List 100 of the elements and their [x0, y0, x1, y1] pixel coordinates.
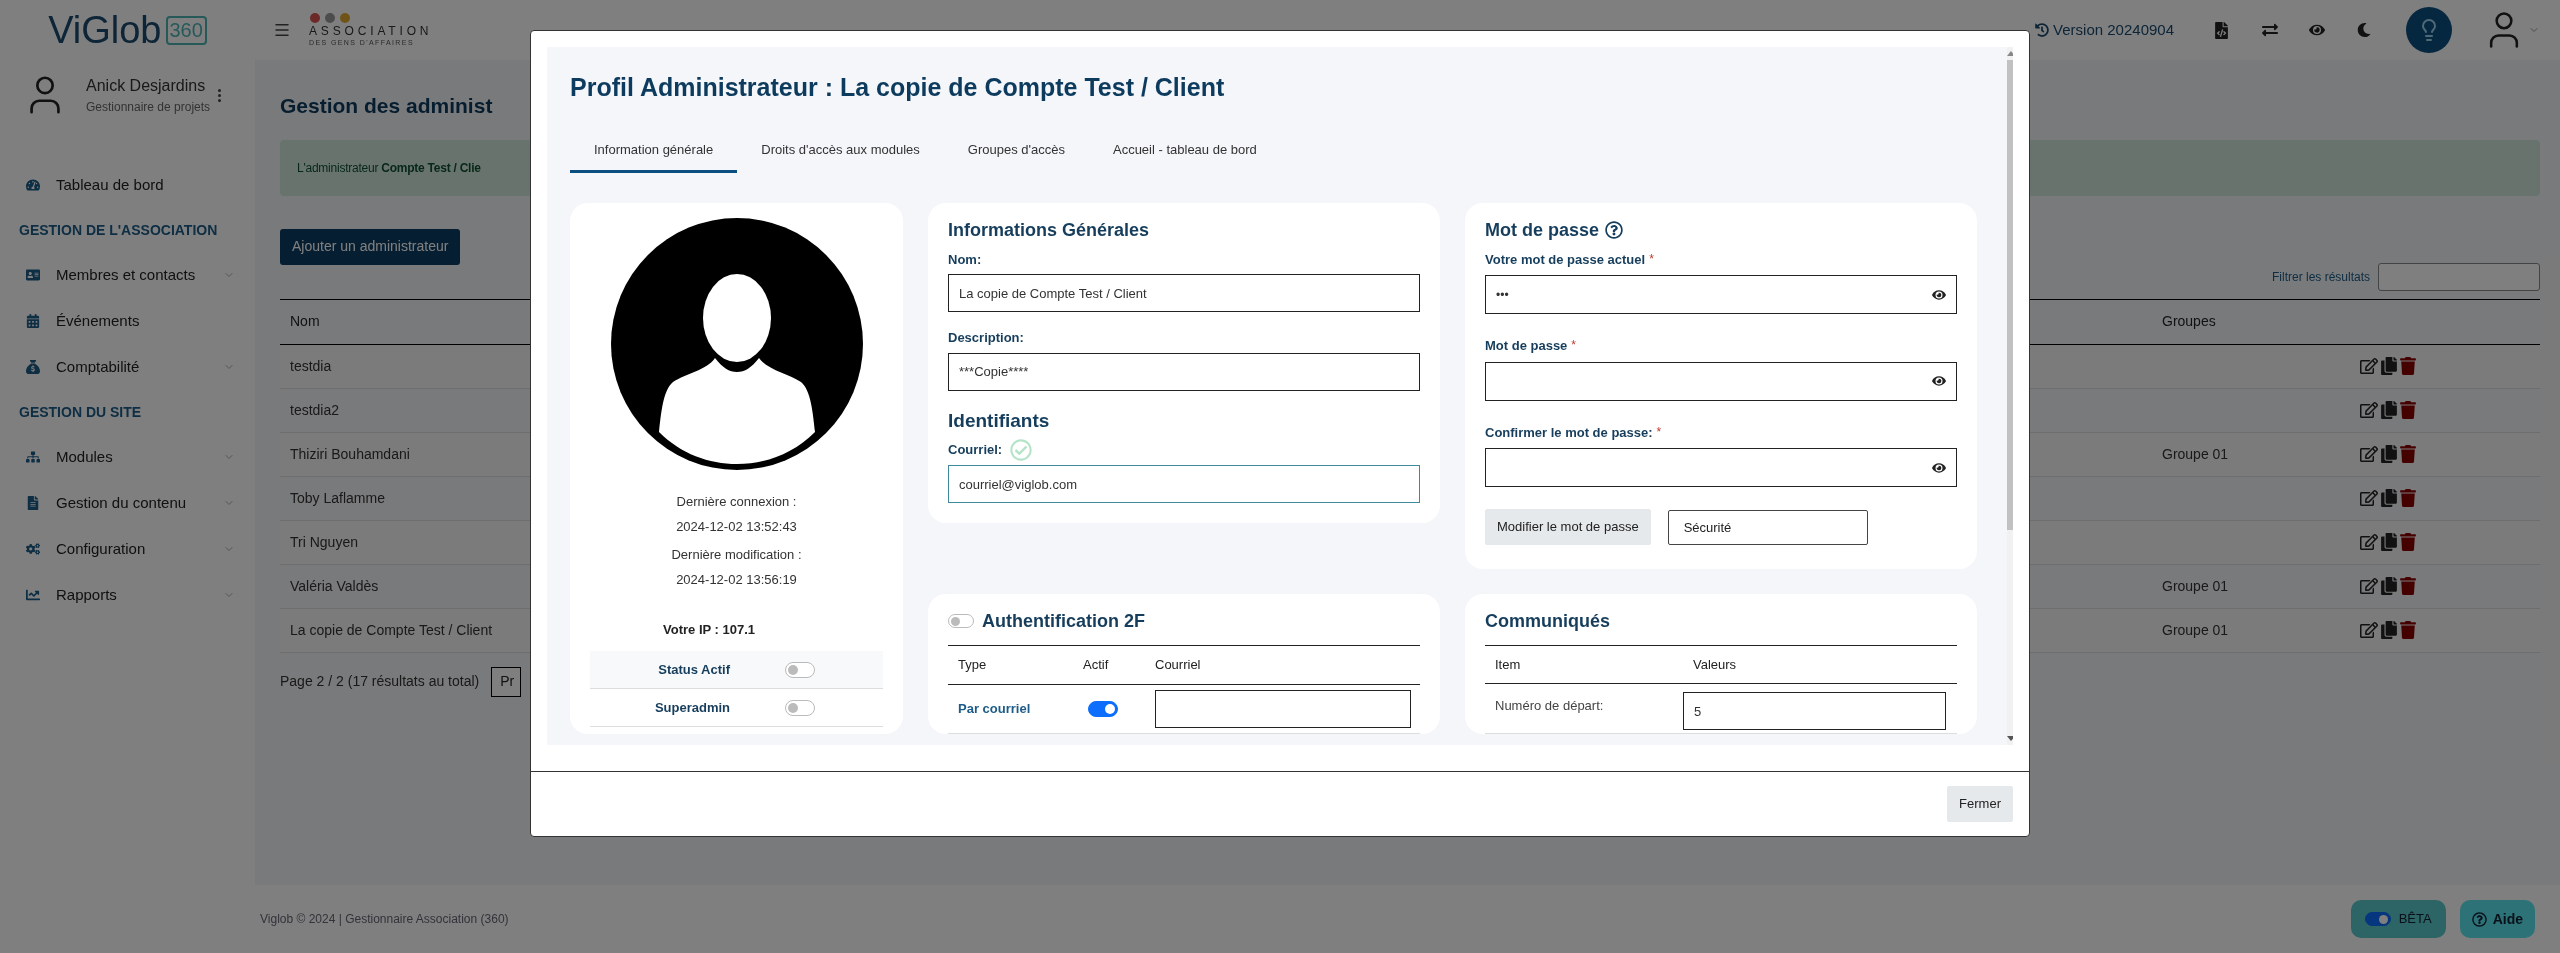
table-cell: Thiziri Bouhamdani	[290, 446, 410, 462]
change-password-button[interactable]: Modifier le mot de passe	[1485, 509, 1651, 545]
copy-icon[interactable]	[2381, 621, 2397, 639]
tab[interactable]: Information générale	[570, 130, 738, 173]
trash-icon[interactable]	[2400, 445, 2416, 463]
edit-icon[interactable]	[2360, 445, 2378, 463]
toggle-switch[interactable]	[1088, 700, 1118, 717]
trash-icon[interactable]	[2400, 533, 2416, 551]
field-label: Nom:	[948, 250, 983, 269]
edit-icon[interactable]	[2360, 577, 2378, 595]
table-cell: La copie de Compte Test / Client	[290, 622, 493, 638]
last-modified-label: Dernière modification :	[671, 545, 802, 564]
help-icon[interactable]	[1605, 221, 1624, 239]
trash-icon[interactable]	[2400, 401, 2416, 419]
table-cell: testdia	[290, 358, 332, 374]
trash-icon[interactable]	[2400, 577, 2416, 595]
copy-icon[interactable]	[2381, 489, 2397, 507]
trash-icon[interactable]	[2400, 489, 2416, 507]
lightbulb-button[interactable]	[2406, 7, 2452, 53]
column-header: Actif	[1082, 655, 1110, 674]
trash-icon[interactable]	[2400, 357, 2416, 375]
menu-icon[interactable]	[273, 21, 291, 39]
toggle-switch[interactable]	[785, 699, 815, 716]
copy-icon[interactable]	[2381, 533, 2397, 551]
sidebar-item[interactable]: Membres et contacts	[0, 252, 255, 298]
section-title: Identifiants	[948, 408, 1051, 433]
eye-icon[interactable]	[1932, 460, 1946, 475]
ip-address: Votre IP : 107.1	[663, 620, 755, 639]
sidebar-item[interactable]: Événements	[0, 298, 255, 344]
toggle-switch[interactable]	[2364, 912, 2391, 926]
scrollbar[interactable]	[2007, 47, 2013, 745]
sidebar-item[interactable]: Gestion du contenu	[0, 480, 255, 526]
edit-icon[interactable]	[2360, 489, 2378, 507]
money-bag-icon	[26, 360, 40, 374]
swap-icon[interactable]	[2261, 22, 2279, 38]
flag-label: Superadmin	[653, 698, 731, 717]
email-field[interactable]	[1155, 689, 1411, 728]
filter-field[interactable]	[2378, 262, 2540, 291]
eye-icon[interactable]	[1932, 287, 1946, 302]
previous-button[interactable]: Pr	[491, 666, 522, 697]
number-field[interactable]: 5	[1683, 692, 1946, 731]
avatar-icon	[610, 217, 863, 470]
copy-icon[interactable]	[2381, 445, 2397, 463]
table-cell: testdia2	[290, 402, 340, 418]
section-heading: GESTION DU SITE	[19, 402, 142, 422]
required-mark: *	[1571, 337, 1577, 354]
flag-label: Status Actif	[657, 660, 731, 679]
version-label: Version 20240904	[2053, 19, 2174, 40]
add-administrator-button[interactable]: Ajouter un administrateur	[280, 228, 461, 265]
strength-field[interactable]: Sécurité	[1667, 509, 1868, 545]
modal-title: Profil Administrateur : La copie de Compte Test / Client	[570, 72, 1226, 103]
trash-icon[interactable]	[2400, 621, 2416, 639]
toggle-switch[interactable]	[948, 614, 974, 628]
edit-icon[interactable]	[2360, 357, 2378, 375]
text-field[interactable]: La copie de Compte Test / Client	[948, 274, 1420, 312]
copy-icon[interactable]	[2381, 357, 2397, 375]
text-field[interactable]: ***Copie****	[948, 352, 1420, 391]
section-title: Mot de passe	[1485, 218, 1600, 242]
section-heading: GESTION DE L'ASSOCIATION	[19, 220, 218, 240]
password-field[interactable]	[1485, 448, 1957, 487]
edit-icon[interactable]	[2360, 621, 2378, 639]
close-button[interactable]: Fermer	[1947, 786, 2013, 822]
toggle-switch[interactable]	[785, 661, 815, 678]
sidebar-item[interactable]: Modules	[0, 434, 255, 480]
column-header: Courriel	[1154, 655, 1202, 674]
brand-badge: 360	[165, 15, 207, 45]
user-name: Anick Desjardins	[86, 76, 207, 96]
sidebar-item[interactable]: Comptabilité	[0, 344, 255, 390]
password-field[interactable]: •••	[1485, 275, 1957, 314]
password-field[interactable]	[1485, 361, 1957, 401]
column-header: Valeurs	[1692, 655, 1738, 674]
code-file-icon[interactable]	[2214, 21, 2229, 39]
page-title: Gestion des administ	[280, 93, 494, 119]
table-cell: Tri Nguyen	[290, 534, 358, 550]
document-icon	[26, 496, 40, 510]
edit-icon[interactable]	[2360, 401, 2378, 419]
sidebar-item[interactable]: Tableau de bord	[0, 162, 255, 208]
more-icon[interactable]	[218, 88, 222, 102]
last-login-value: 2024-12-02 13:52:43	[676, 518, 797, 536]
field-label: Description:	[948, 329, 1025, 347]
field-label: Courriel:	[948, 441, 1003, 460]
section-title: Informations Générales	[948, 218, 1151, 242]
field-label: Mot de passe	[1485, 337, 1568, 355]
sidebar-item[interactable]: Configuration	[0, 526, 255, 572]
required-mark: *	[1649, 250, 1654, 268]
table-cell-text: Par courriel	[957, 699, 1032, 718]
filter-label: Filtrer les résultats	[2271, 268, 2370, 286]
footer-text: Viglob © 2024 | Gestionnaire Association (360)	[260, 911, 509, 928]
eye-icon[interactable]	[1932, 374, 1946, 388]
moon-icon[interactable]	[2357, 23, 2371, 37]
table-cell: Toby Laflamme	[290, 490, 385, 506]
field-label: Votre mot de passe actuel	[1485, 250, 1646, 269]
table-cell: Groupe 01	[2162, 578, 2229, 594]
email-field[interactable]: courriel@viglob.com	[948, 465, 1420, 503]
edit-icon[interactable]	[2360, 533, 2378, 551]
field-label: Confirmer le mot de passe:	[1485, 423, 1653, 442]
copy-icon[interactable]	[2381, 401, 2397, 419]
copy-icon[interactable]	[2381, 577, 2397, 595]
help-icon	[2471, 911, 2487, 927]
sidebar-item[interactable]: Rapports	[0, 572, 255, 618]
